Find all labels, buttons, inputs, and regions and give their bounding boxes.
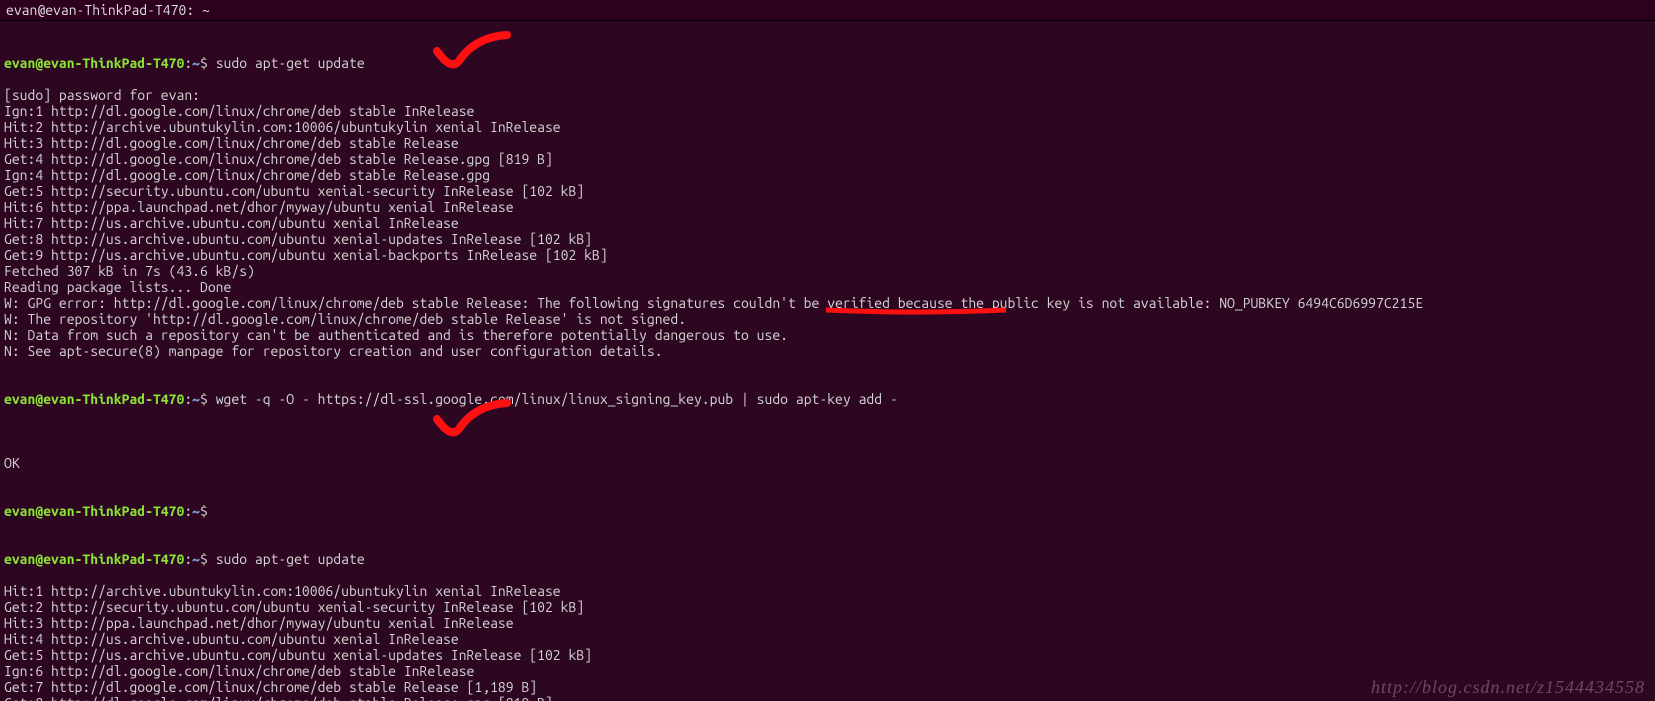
prompt-path: ~ xyxy=(192,391,200,407)
output-line: Get:4 http://dl.google.com/linux/chrome/… xyxy=(4,151,1651,167)
output-line: [sudo] password for evan: xyxy=(4,87,1651,103)
prompt-sep: : xyxy=(184,55,192,71)
output-line: Get:2 http://security.ubuntu.com/ubuntu … xyxy=(4,599,1651,615)
window-title: evan@evan-ThinkPad-T470: ~ xyxy=(6,2,210,18)
prompt-path: ~ xyxy=(192,551,200,567)
output-line: Fetched 307 kB in 7s (43.6 kB/s) xyxy=(4,263,1651,279)
prompt-sep: : xyxy=(184,503,192,519)
output-line: Ign:4 http://dl.google.com/linux/chrome/… xyxy=(4,167,1651,183)
output-line: Get:8 http://us.archive.ubuntu.com/ubunt… xyxy=(4,231,1651,247)
command-apt-update-1: sudo apt-get update xyxy=(216,55,365,71)
output-line: Hit:3 http://ppa.launchpad.net/dhor/mywa… xyxy=(4,615,1651,631)
prompt-userhost: evan@evan-ThinkPad-T470 xyxy=(4,551,184,567)
prompt-line[interactable]: evan@evan-ThinkPad-T470:~$ sudo apt-get … xyxy=(4,551,1651,567)
prompt-line[interactable]: evan@evan-ThinkPad-T470:~$ xyxy=(4,503,1651,519)
annotation-check-icon xyxy=(415,15,495,55)
command-wget-key: wget -q -O - https://dl-ssl.google.com/l… xyxy=(216,391,898,407)
output-line: N: Data from such a repository can't be … xyxy=(4,327,1651,343)
output-line: Reading package lists... Done xyxy=(4,279,1651,295)
prompt-userhost: evan@evan-ThinkPad-T470 xyxy=(4,391,184,407)
output-line: Hit:3 http://dl.google.com/linux/chrome/… xyxy=(4,135,1651,151)
watermark: http://blog.csdn.net/z1544434558 xyxy=(1371,679,1645,695)
output-line: Get:9 http://us.archive.ubuntu.com/ubunt… xyxy=(4,247,1651,263)
prompt-sigil: $ xyxy=(200,391,208,407)
prompt-sigil: $ xyxy=(200,55,208,71)
prompt-userhost: evan@evan-ThinkPad-T470 xyxy=(4,55,184,71)
output-line: Hit:4 http://us.archive.ubuntu.com/ubunt… xyxy=(4,631,1651,647)
prompt-line[interactable]: evan@evan-ThinkPad-T470:~$ wget -q -O - … xyxy=(4,391,1651,407)
prompt-sigil: $ xyxy=(200,503,208,519)
output-line: W: The repository 'http://dl.google.com/… xyxy=(4,311,1651,327)
terminal[interactable]: evan@evan-ThinkPad-T470:~$ sudo apt-get … xyxy=(0,21,1655,701)
output-line: Hit:6 http://ppa.launchpad.net/dhor/mywa… xyxy=(4,199,1651,215)
command-apt-update-2: sudo apt-get update xyxy=(216,551,365,567)
prompt-sep: : xyxy=(184,391,192,407)
output-line: Get:5 http://us.archive.ubuntu.com/ubunt… xyxy=(4,647,1651,663)
output-line: Get:5 http://security.ubuntu.com/ubuntu … xyxy=(4,183,1651,199)
output-line: N: See apt-secure(8) manpage for reposit… xyxy=(4,343,1651,359)
prompt-sep: : xyxy=(184,551,192,567)
output-line: Hit:7 http://us.archive.ubuntu.com/ubunt… xyxy=(4,215,1651,231)
output-ok: OK xyxy=(4,455,1651,471)
window-titlebar: evan@evan-ThinkPad-T470: ~ xyxy=(0,0,1655,21)
output-line: Hit:1 http://archive.ubuntukylin.com:100… xyxy=(4,583,1651,599)
prompt-sigil: $ xyxy=(200,551,208,567)
output-line: Ign:1 http://dl.google.com/linux/chrome/… xyxy=(4,103,1651,119)
output-line: Hit:2 http://archive.ubuntukylin.com:100… xyxy=(4,119,1651,135)
prompt-path: ~ xyxy=(192,503,200,519)
prompt-line[interactable]: evan@evan-ThinkPad-T470:~$ sudo apt-get … xyxy=(4,55,1651,71)
output-line: W: GPG error: http://dl.google.com/linux… xyxy=(4,295,1651,311)
prompt-path: ~ xyxy=(192,55,200,71)
output-line xyxy=(4,423,1651,439)
prompt-userhost: evan@evan-ThinkPad-T470 xyxy=(4,503,184,519)
